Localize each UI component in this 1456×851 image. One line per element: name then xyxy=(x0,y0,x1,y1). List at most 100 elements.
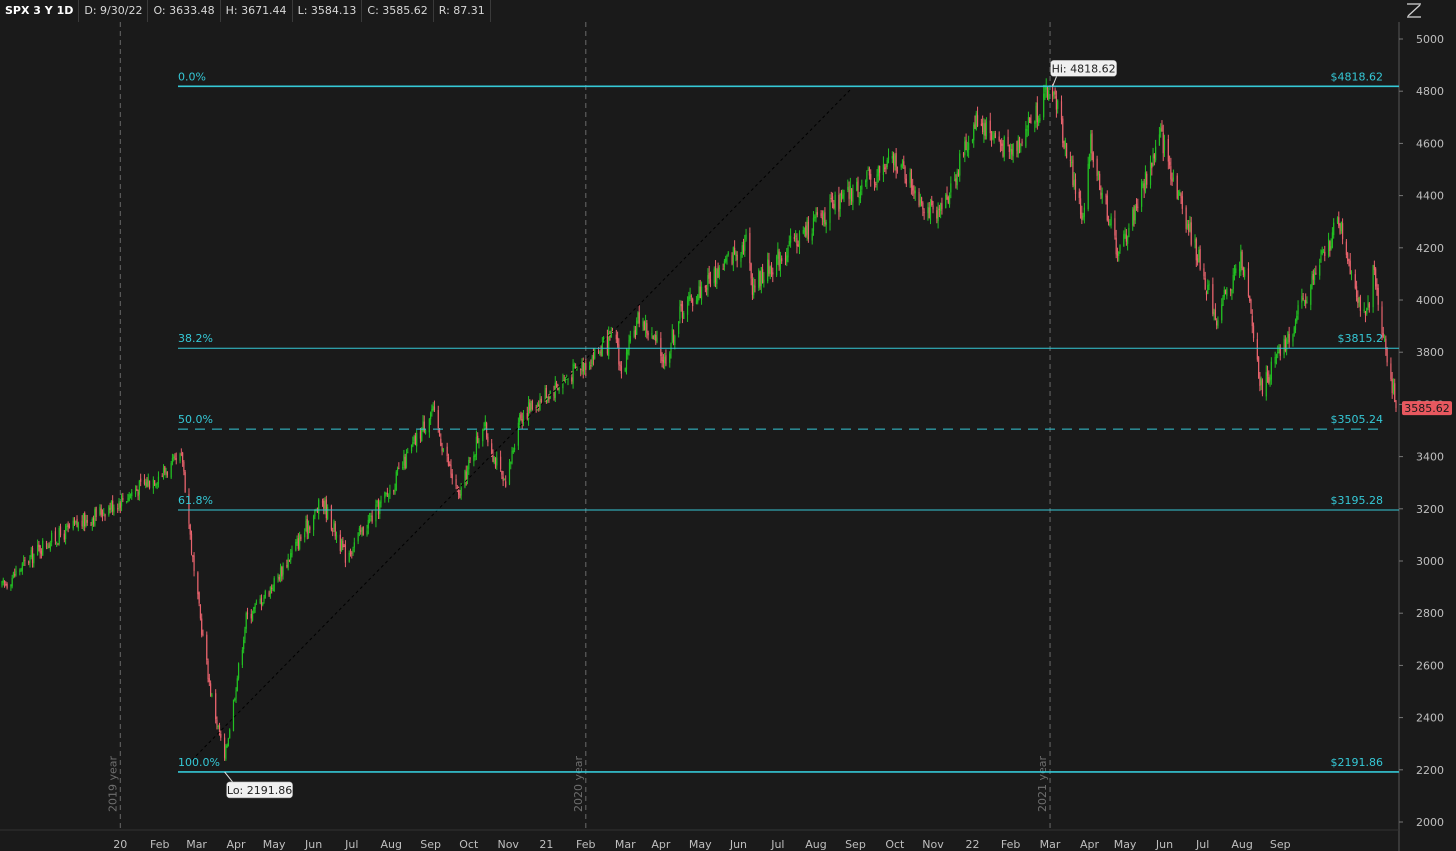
candle-body xyxy=(760,267,762,286)
candle-body xyxy=(1190,222,1192,245)
candle-body xyxy=(742,244,745,253)
candle-body xyxy=(1109,223,1111,225)
candle-body xyxy=(1029,117,1031,123)
candle-body xyxy=(236,678,238,692)
candle-body xyxy=(1238,269,1241,271)
candle-body xyxy=(272,589,274,591)
x-tick-label: Feb xyxy=(576,838,595,851)
candle-body xyxy=(162,467,165,478)
candle-body xyxy=(84,512,86,527)
candle-body xyxy=(47,547,49,549)
candle-body xyxy=(86,519,88,523)
candle-body xyxy=(932,205,934,210)
candle-body xyxy=(291,550,293,555)
fibonacci-tool-icon[interactable] xyxy=(1400,0,1430,22)
candle-body xyxy=(1017,139,1019,154)
candle-body xyxy=(395,471,397,491)
candle-body xyxy=(262,602,264,605)
candle-body xyxy=(734,247,736,255)
candle-body xyxy=(1115,237,1117,255)
price-chart[interactable]: 2019 year 2020 year 2021 year 0.0% $4818.62… xyxy=(0,0,1456,851)
candle-body xyxy=(619,364,621,366)
candle-body xyxy=(477,435,479,443)
candle-body xyxy=(829,200,831,223)
candle-body xyxy=(120,495,123,507)
candle-body xyxy=(24,559,26,561)
candle-body xyxy=(1123,234,1125,247)
candle-body xyxy=(1096,158,1098,176)
candle-body xyxy=(815,211,817,219)
candle-body xyxy=(287,558,289,568)
candle-body xyxy=(625,352,628,370)
candle-body xyxy=(208,678,210,683)
candle-body xyxy=(290,553,292,560)
x-tick-label: Jun xyxy=(1155,838,1173,851)
candle-body xyxy=(937,207,939,222)
candle-body xyxy=(424,429,427,434)
symbol-label[interactable]: SPX 3 Y 1D xyxy=(0,0,80,22)
candle-body xyxy=(1230,288,1232,291)
candle-body xyxy=(1144,172,1147,192)
candle-body xyxy=(263,597,265,602)
candle-body xyxy=(1265,372,1267,397)
candle-body xyxy=(1268,376,1270,383)
candle-body xyxy=(1244,269,1246,277)
candle-body xyxy=(474,454,476,457)
candle-body xyxy=(229,729,231,739)
candle-body xyxy=(555,383,558,388)
candle-body xyxy=(865,180,867,183)
candle-body xyxy=(580,368,582,371)
candle-body xyxy=(101,514,104,516)
candle-body xyxy=(1250,299,1252,314)
candle-body xyxy=(321,501,324,503)
x-tick-label: Oct xyxy=(885,838,905,851)
candle-body xyxy=(909,172,911,184)
candle-body xyxy=(225,745,227,760)
candle-body xyxy=(526,413,528,419)
candle-body xyxy=(1375,268,1377,287)
candle-body xyxy=(1128,227,1130,238)
candle-body xyxy=(717,266,719,278)
candle-body xyxy=(616,337,619,346)
candle-body xyxy=(30,549,32,558)
candle-body xyxy=(973,124,975,141)
candle-body xyxy=(206,634,208,660)
candle-body xyxy=(234,698,236,700)
candle-body xyxy=(72,520,74,529)
candle-body xyxy=(376,501,378,503)
candle-body xyxy=(1155,146,1157,161)
candle-body xyxy=(340,539,343,551)
candle-body xyxy=(772,272,774,275)
candle-body xyxy=(201,618,203,635)
candle-body xyxy=(484,421,486,427)
candle-body xyxy=(259,598,261,604)
y-tick-label: 4600 xyxy=(1416,137,1444,150)
candle-body xyxy=(1315,273,1317,275)
candle-body xyxy=(1305,300,1307,304)
candle-body xyxy=(1269,378,1271,382)
candle-body xyxy=(768,260,770,274)
candle-body xyxy=(475,436,478,455)
candle-body xyxy=(959,153,961,176)
candle-body xyxy=(698,286,700,294)
candle-body xyxy=(1151,162,1153,169)
candle-body xyxy=(517,422,519,446)
candle-body xyxy=(82,513,85,527)
candle-body xyxy=(1097,171,1099,175)
candle-body xyxy=(2,579,4,583)
candle-body xyxy=(156,483,158,485)
candle-body xyxy=(638,312,640,324)
candle-body xyxy=(873,181,876,184)
candle-body xyxy=(686,300,689,315)
candle-body xyxy=(343,546,345,548)
candle-body xyxy=(1181,196,1183,209)
candle-body xyxy=(866,171,868,182)
y-tick-label: 4000 xyxy=(1416,294,1444,307)
candle-body xyxy=(277,575,279,578)
year-marker-label: 2019 year xyxy=(106,755,119,812)
candle-body xyxy=(1063,142,1065,149)
candle-body xyxy=(726,254,728,258)
candle-body xyxy=(887,156,890,161)
candle-body xyxy=(990,131,993,140)
candle-body xyxy=(510,462,512,464)
